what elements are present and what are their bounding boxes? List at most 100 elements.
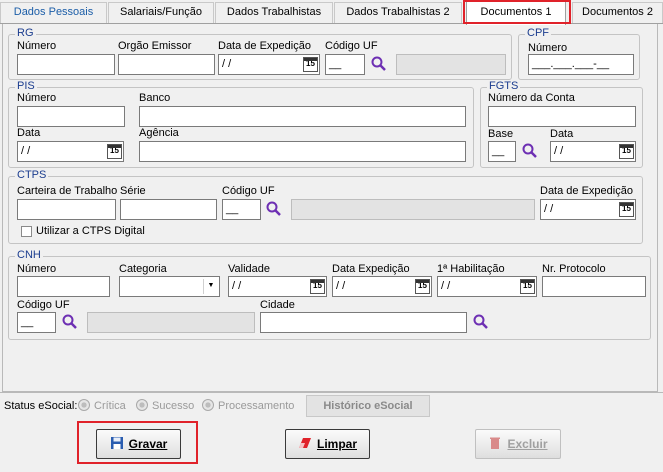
- cnh-validade-label: Validade: [228, 263, 270, 275]
- fgts-data-input[interactable]: / / 15: [550, 141, 636, 162]
- ctps-carteira-label: Carteira de Trabalho: [17, 185, 118, 197]
- search-icon[interactable]: [61, 313, 79, 331]
- date-value: / /: [222, 58, 232, 70]
- date-value: / /: [441, 280, 451, 292]
- cnh-validade-input[interactable]: / / 15: [228, 276, 327, 297]
- esocial-status-label: Status eSocial:: [4, 400, 78, 412]
- gravar-label: Gravar: [128, 437, 168, 451]
- cnh-protocolo-label: Nr. Protocolo: [542, 263, 606, 275]
- radio-sucesso-label: Sucesso: [152, 400, 195, 412]
- ctps-title: CTPS: [15, 169, 49, 181]
- cnh-primeira-habilitacao-label: 1ª Habilitação: [437, 263, 505, 275]
- tab-dados-trabalhistas-2[interactable]: Dados Trabalhistas 2: [334, 2, 462, 23]
- search-icon[interactable]: [521, 142, 539, 160]
- tab-label: Salariais/Função: [120, 6, 202, 18]
- rg-numero-input[interactable]: [17, 54, 115, 75]
- ctps-digital-checkbox[interactable]: [21, 226, 32, 237]
- save-icon: [110, 437, 123, 449]
- pis-numero-label: Número: [17, 92, 57, 104]
- cnh-numero-input[interactable]: [17, 276, 110, 297]
- rg-uf-name-field: [396, 54, 506, 75]
- pis-agencia-input[interactable]: [139, 141, 466, 162]
- excluir-button[interactable]: Excluir: [475, 429, 561, 459]
- fgts-title: FGTS: [487, 80, 521, 92]
- cnh-numero-label: Número: [17, 263, 57, 275]
- ctps-carteira-input[interactable]: [17, 199, 116, 220]
- search-icon[interactable]: [472, 313, 490, 331]
- cnh-codigo-uf-label: Código UF: [17, 299, 70, 311]
- calendar-icon[interactable]: 15: [619, 144, 634, 159]
- cnh-primeira-habilitacao-input[interactable]: / / 15: [437, 276, 537, 297]
- date-value: / /: [336, 280, 346, 292]
- ctps-data-expedicao-input[interactable]: / / 15: [540, 199, 636, 220]
- trash-icon: [490, 437, 501, 449]
- radio-processamento[interactable]: [202, 399, 214, 411]
- ctps-serie-label: Série: [120, 185, 146, 197]
- cpf-title: CPF: [525, 27, 551, 39]
- calendar-icon[interactable]: 15: [415, 279, 430, 294]
- tab-label: Documentos 2: [582, 6, 653, 18]
- rg-data-expedicao-input[interactable]: / / 15: [218, 54, 320, 75]
- ctps-codigo-uf-input[interactable]: __: [222, 199, 261, 220]
- radio-critica[interactable]: [78, 399, 90, 411]
- rg-orgao-label: Orgão Emissor: [118, 40, 192, 52]
- cpf-numero-label: Número: [528, 42, 568, 54]
- pis-agencia-label: Agência: [139, 127, 179, 139]
- tab-dados-pessoais[interactable]: Dados Pessoais: [0, 2, 107, 23]
- fgts-base-label: Base: [488, 128, 514, 140]
- rg-numero-label: Número: [17, 40, 57, 52]
- calendar-icon[interactable]: 15: [310, 279, 325, 294]
- search-icon[interactable]: [370, 55, 388, 73]
- calendar-icon[interactable]: 15: [520, 279, 535, 294]
- radio-processamento-label: Processamento: [218, 400, 295, 412]
- excluir-label: Excluir: [507, 437, 548, 451]
- gravar-button[interactable]: Gravar: [96, 429, 181, 459]
- date-value: / /: [544, 203, 554, 215]
- tab-documentos-2[interactable]: Documentos 2: [572, 2, 663, 23]
- radio-sucesso[interactable]: [136, 399, 148, 411]
- limpar-label: Limpar: [316, 437, 357, 451]
- chevron-down-icon[interactable]: ▼: [203, 279, 218, 294]
- rg-title: RG: [15, 27, 36, 39]
- ctps-digital-label: Utilizar a CTPS Digital: [36, 225, 145, 237]
- cnh-cidade-input[interactable]: [260, 312, 467, 333]
- historico-esocial-button[interactable]: Histórico eSocial: [306, 395, 430, 417]
- calendar-icon[interactable]: 15: [303, 57, 318, 72]
- fgts-numero-conta-label: Número da Conta: [488, 92, 575, 104]
- active-tab-highlight: [463, 0, 571, 24]
- calendar-icon[interactable]: 15: [619, 202, 634, 217]
- cnh-codigo-uf-input[interactable]: __: [17, 312, 56, 333]
- cpf-numero-input[interactable]: ___.___.___-__: [528, 54, 634, 75]
- pis-title: PIS: [15, 80, 37, 92]
- pis-banco-input[interactable]: [139, 106, 466, 127]
- ctps-uf-name-field: [291, 199, 535, 220]
- cnh-data-expedicao-input[interactable]: / / 15: [332, 276, 432, 297]
- rg-codigo-uf-label: Código UF: [325, 40, 378, 52]
- cnh-data-expedicao-label: Data Expedição: [332, 263, 410, 275]
- date-value: / /: [232, 280, 242, 292]
- radio-critica-label: Crítica: [94, 400, 126, 412]
- cnh-categoria-select[interactable]: ▼: [119, 276, 220, 297]
- tab-label: Dados Pessoais: [13, 6, 94, 18]
- limpar-button[interactable]: Limpar: [285, 429, 370, 459]
- tab-dados-trabalhistas[interactable]: Dados Trabalhistas: [215, 2, 333, 23]
- ctps-serie-input[interactable]: [120, 199, 217, 220]
- pis-data-label: Data: [17, 127, 41, 139]
- search-icon[interactable]: [265, 200, 283, 218]
- pis-data-input[interactable]: / / 15: [17, 141, 124, 162]
- tab-label: Dados Trabalhistas 2: [346, 6, 450, 18]
- pis-numero-input[interactable]: [17, 106, 125, 127]
- cnh-protocolo-input[interactable]: [542, 276, 646, 297]
- eraser-icon: [298, 438, 311, 448]
- cnh-cidade-label: Cidade: [260, 299, 295, 311]
- rg-orgao-input[interactable]: [118, 54, 215, 75]
- calendar-icon[interactable]: 15: [107, 144, 122, 159]
- cnh-categoria-label: Categoria: [119, 263, 167, 275]
- tab-salariais-funcao[interactable]: Salariais/Função: [108, 2, 214, 23]
- cnh-uf-name-field: [87, 312, 255, 333]
- fgts-numero-conta-input[interactable]: [488, 106, 636, 127]
- fgts-base-input[interactable]: __: [488, 141, 516, 162]
- fgts-data-label: Data: [550, 128, 574, 140]
- rg-data-expedicao-label: Data de Expedição: [218, 40, 311, 52]
- rg-codigo-uf-input[interactable]: __: [325, 54, 365, 75]
